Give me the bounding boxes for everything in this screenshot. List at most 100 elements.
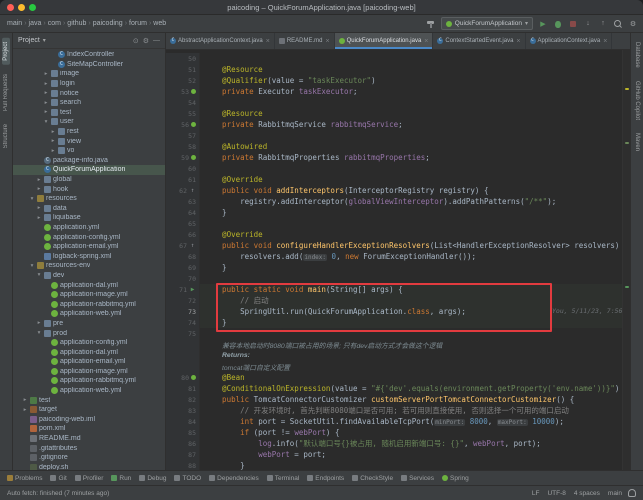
code-line[interactable]: 74 } [166,317,630,328]
notifications-bell-icon[interactable] [628,489,636,497]
code-line[interactable]: 57 [166,130,630,141]
code-line[interactable]: 86 log.info("默认端口号{}被占用, 随机启用新端口号: {}", … [166,438,630,449]
tree-item[interactable]: ▸ test [13,395,165,405]
toolwindow-button-endpoints[interactable]: Endpoints [307,475,344,482]
maximize-window-button[interactable] [29,3,36,11]
line-gutter[interactable]: 54 [166,97,200,108]
line-gutter[interactable]: 86 [166,438,200,449]
code-line[interactable]: 65 [166,218,630,229]
line-gutter[interactable]: 82 [166,394,200,405]
tree-item[interactable]: application-email.yml [13,242,165,252]
line-gutter[interactable]: 60 [166,163,200,174]
breadcrumb-item[interactable]: main [5,20,24,27]
tree-item[interactable]: ▸ rest [13,127,165,137]
code-line[interactable]: 51 @Resource [166,64,630,75]
line-gutter[interactable]: 51 [166,64,200,75]
tree-item[interactable]: application-rabbitmq.yml [13,376,165,386]
tool-strip-button[interactable]: Database [633,38,641,72]
line-gutter[interactable]: 58 [166,141,200,152]
line-gutter[interactable]: 87 [166,449,200,460]
tree-item[interactable]: ▸ global [13,175,165,185]
tree-item[interactable]: ▾ prod [13,328,165,338]
line-gutter[interactable]: 68 [166,251,200,262]
tree-item[interactable]: application-web.yml [13,309,165,319]
breadcrumb-item[interactable]: web [151,20,168,27]
code-line[interactable]: 52 @Qualifier(value = "taskExecutor") [166,75,630,86]
line-gutter[interactable]: 50 [166,53,200,64]
tree-item[interactable]: ▸ view [13,136,165,146]
build-icon[interactable] [426,19,436,29]
toolwindow-button-services[interactable]: Services [401,475,434,482]
code-line[interactable]: 73 SpringUtil.run(QuickForumApplication.… [166,306,630,317]
line-gutter[interactable] [166,350,200,361]
editor-tab[interactable]: C ContextStartedEvent.java × [433,33,526,49]
code-line[interactable]: 88 } [166,460,630,470]
code-line[interactable]: 56 private RabbitmqService rabbitmqServi… [166,119,630,130]
toolwindow-button-problems[interactable]: Problems [7,475,42,482]
line-gutter[interactable]: 74 [166,317,200,328]
tree-item[interactable]: application-dal.yml [13,347,165,357]
toolwindow-button-terminal[interactable]: Terminal [266,475,299,482]
code-line[interactable]: 64 } [166,207,630,218]
line-gutter[interactable]: 65 [166,218,200,229]
tree-item[interactable]: application-web.yml [13,386,165,396]
toolwindow-button-todo[interactable]: TODO [174,475,201,482]
tree-item[interactable]: application.yml [13,223,165,233]
run-configuration-select[interactable]: QuickForumApplication ▾ [440,17,533,30]
tree-item[interactable]: C IndexController [13,50,165,60]
tree-item[interactable]: C SiteMapController [13,60,165,70]
tree-item[interactable]: ▸ notice [13,88,165,98]
run-button[interactable]: ▶ [538,19,548,29]
run-gutter-button[interactable]: ▶ [189,286,196,293]
tree-item[interactable]: C QuickForumApplication [13,165,165,175]
line-gutter[interactable]: 83 [166,405,200,416]
update-project-icon[interactable]: ↓ [583,19,593,29]
tree-item[interactable]: ▾ resources-env [13,261,165,271]
status-item[interactable]: LF [532,490,540,497]
status-item[interactable]: 4 spaces [574,490,600,497]
tool-strip-button[interactable]: Pull Requests [2,70,10,115]
editor-tab[interactable]: README.md × [275,33,335,49]
tree-item[interactable]: pom.xml [13,424,165,434]
tool-strip-button[interactable]: Maven [633,129,641,155]
toolwindow-button-dependencies[interactable]: Dependencies [209,475,259,482]
editor-tab[interactable]: QuickForumApplication.java × [334,33,434,49]
line-gutter[interactable]: 88 [166,460,200,470]
tree-item[interactable]: ▸ image [13,69,165,79]
line-gutter[interactable]: 69 [166,262,200,273]
tree-item[interactable]: application-image.yml [13,367,165,377]
tree-item[interactable]: application-image.yml [13,290,165,300]
tree-item[interactable]: ▸ login [13,79,165,89]
line-gutter[interactable] [166,361,200,372]
tree-item[interactable]: application-rabbitmq.yml [13,299,165,309]
code-line[interactable]: 55 @Resource [166,108,630,119]
tree-item[interactable]: application-dal.yml [13,280,165,290]
line-gutter[interactable]: 59 [166,152,200,163]
line-gutter[interactable]: 71 ▶ [166,284,200,295]
breadcrumb-item[interactable]: java [27,20,44,27]
line-gutter[interactable]: 75 [166,328,200,339]
line-gutter[interactable]: 55 [166,108,200,119]
line-gutter[interactable] [166,339,200,350]
code-line[interactable]: 69 } [166,262,630,273]
code-line[interactable]: Returns: [166,350,630,361]
line-gutter[interactable]: 62 ↑ [166,185,200,196]
code-line[interactable]: 83 // 开发环境时, 首先判断8080端口是否可用; 若可用则直接使用, 否… [166,405,630,416]
line-gutter[interactable]: 80 [166,372,200,383]
code-line[interactable]: 85 if (port != webPort) { [166,427,630,438]
code-line[interactable]: 66 @Override [166,229,630,240]
toolwindow-button-profiler[interactable]: Profiler [74,475,103,482]
tree-item[interactable]: logback-spring.xml [13,251,165,261]
tree-item[interactable]: README.md [13,434,165,444]
code-line[interactable]: 50 [166,53,630,64]
editor-tab[interactable]: C ApplicationContext.java × [526,33,613,49]
breadcrumb-item[interactable]: paicoding [91,20,125,27]
tool-strip-button[interactable]: GitHub Copilot [633,77,641,124]
code-line[interactable]: 75 [166,328,630,339]
toolwindow-button-debug[interactable]: Debug [139,475,166,482]
close-icon[interactable]: × [266,38,270,45]
code-editor[interactable]: 50 51 @Resource 52 @Qualifier(value = "tas… [166,50,630,470]
gear-icon[interactable]: ⚙ [143,37,149,45]
code-line[interactable]: 兼容本地启动时8080端口被占用的场景; 只有dev启动方式才会做这个逻辑 [166,339,630,350]
tree-item[interactable]: ▾ user [13,117,165,127]
